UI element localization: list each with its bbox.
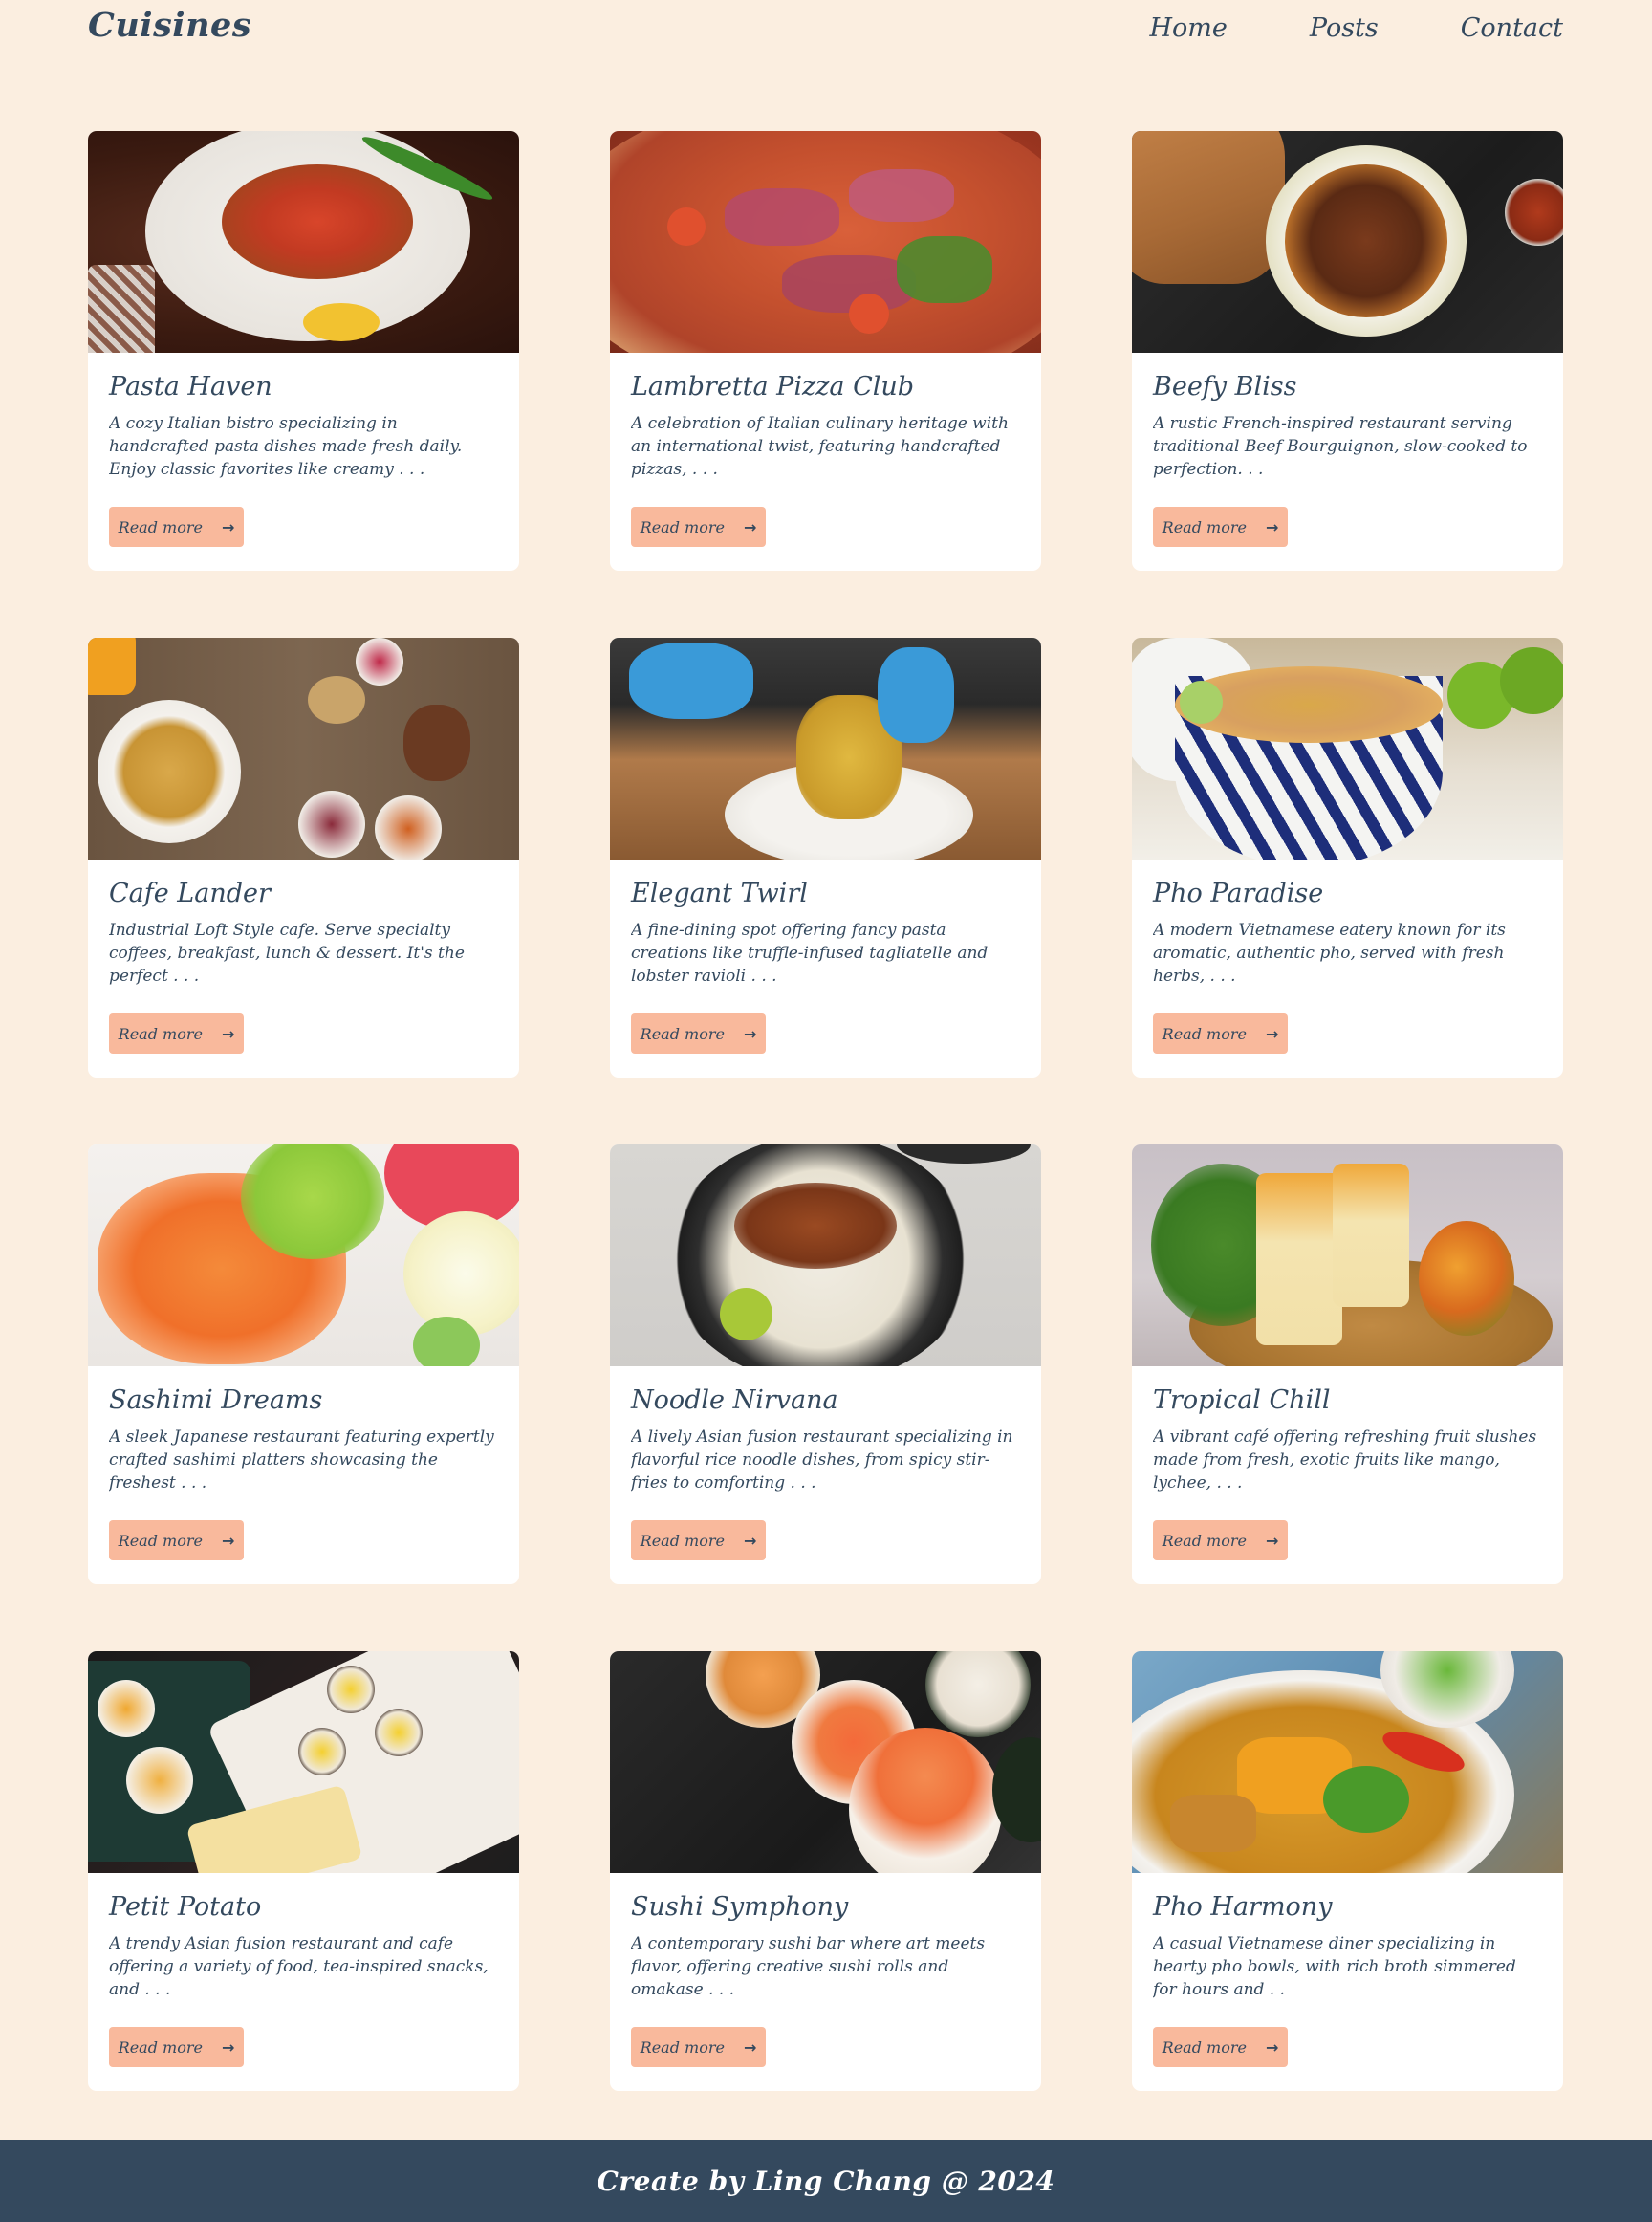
restaurant-card: Tropical Chill A vibrant café offering r… xyxy=(1132,1144,1563,1584)
card-description: A lively Asian fusion restaurant special… xyxy=(631,1427,1013,1493)
card-photo xyxy=(610,1651,1041,1873)
card-description: A trendy Asian fusion restaurant and caf… xyxy=(109,1934,489,2000)
nav-contact-link[interactable]: Contact xyxy=(1461,13,1563,43)
restaurant-card: Sushi Symphony A contemporary sushi bar … xyxy=(610,1651,1041,2091)
read-more-button[interactable]: Read more → xyxy=(109,507,244,547)
card-title: Elegant Twirl xyxy=(631,879,808,908)
card-description: A modern Vietnamese eatery known for its… xyxy=(1153,921,1506,987)
card-photo xyxy=(88,1651,519,1873)
card-photo xyxy=(1132,638,1563,860)
card-description: A fine-dining spot offering fancy pasta … xyxy=(631,921,989,987)
read-more-label: Read more xyxy=(640,1531,725,1550)
restaurant-card: Sashimi Dreams A sleek Japanese restaura… xyxy=(88,1144,519,1584)
read-more-button[interactable]: Read more → xyxy=(1153,1013,1288,1054)
read-more-button[interactable]: Read more → xyxy=(631,2027,766,2067)
card-description: A cozy Italian bistro specializing in ha… xyxy=(109,414,463,480)
read-more-label: Read more xyxy=(640,1024,725,1043)
card-description: A casual Vietnamese diner specializing i… xyxy=(1153,1934,1516,2000)
arrow-right-icon: → xyxy=(221,2037,235,2057)
card-title: Tropical Chill xyxy=(1153,1385,1331,1415)
card-title: Pho Paradise xyxy=(1153,879,1324,908)
card-photo xyxy=(1132,1144,1563,1366)
read-more-label: Read more xyxy=(1162,2037,1247,2057)
read-more-label: Read more xyxy=(118,2037,203,2057)
arrow-right-icon: → xyxy=(221,517,235,536)
arrow-right-icon: → xyxy=(221,1024,235,1043)
card-description: A celebration of Italian culinary herita… xyxy=(631,414,1009,480)
top-navigation-bar: Cuisines Home Posts Contact xyxy=(0,0,1652,61)
read-more-button[interactable]: Read more → xyxy=(1153,507,1288,547)
restaurant-card: Elegant Twirl A fine-dining spot offerin… xyxy=(610,638,1041,1078)
restaurant-card: Cafe Lander Industrial Loft Style cafe. … xyxy=(88,638,519,1078)
card-photo xyxy=(88,131,519,353)
restaurant-card: Noodle Nirvana A lively Asian fusion res… xyxy=(610,1144,1041,1584)
read-more-button[interactable]: Read more → xyxy=(1153,2027,1288,2067)
card-photo xyxy=(88,638,519,860)
read-more-label: Read more xyxy=(118,1531,203,1550)
card-title: Beefy Bliss xyxy=(1153,372,1297,402)
card-title: Petit Potato xyxy=(109,1892,262,1922)
read-more-label: Read more xyxy=(1162,1531,1247,1550)
card-title: Sashimi Dreams xyxy=(109,1385,323,1415)
restaurant-card-grid: Pasta Haven A cozy Italian bistro specia… xyxy=(88,131,1563,2091)
card-title: Sushi Symphony xyxy=(631,1892,849,1922)
restaurant-card: Petit Potato A trendy Asian fusion resta… xyxy=(88,1651,519,2091)
arrow-right-icon: → xyxy=(743,1024,757,1043)
card-title: Lambretta Pizza Club xyxy=(631,372,915,402)
restaurant-card: Pho Paradise A modern Vietnamese eatery … xyxy=(1132,638,1563,1078)
site-brand[interactable]: Cuisines xyxy=(88,6,251,45)
restaurant-card: Beefy Bliss A rustic French-inspired res… xyxy=(1132,131,1563,571)
card-description: A sleek Japanese restaurant featuring ex… xyxy=(109,1427,494,1493)
read-more-label: Read more xyxy=(1162,1024,1247,1043)
card-photo xyxy=(1132,1651,1563,1873)
read-more-button[interactable]: Read more → xyxy=(109,1013,244,1054)
restaurant-card: Lambretta Pizza Club A celebration of It… xyxy=(610,131,1041,571)
read-more-button[interactable]: Read more → xyxy=(109,1520,244,1560)
card-description: Industrial Loft Style cafe. Serve specia… xyxy=(109,921,465,987)
nav-home-link[interactable]: Home xyxy=(1149,13,1227,43)
site-footer: Create by Ling Chang @ 2024 xyxy=(0,2140,1652,2222)
read-more-button[interactable]: Read more → xyxy=(1153,1520,1288,1560)
read-more-label: Read more xyxy=(640,517,725,536)
card-title: Pasta Haven xyxy=(109,372,272,402)
card-photo xyxy=(610,1144,1041,1366)
read-more-button[interactable]: Read more → xyxy=(631,1013,766,1054)
arrow-right-icon: → xyxy=(1265,1531,1279,1550)
restaurant-card: Pho Harmony A casual Vietnamese diner sp… xyxy=(1132,1651,1563,2091)
card-description: A rustic French-inspired restaurant serv… xyxy=(1153,414,1528,480)
read-more-label: Read more xyxy=(640,2037,725,2057)
read-more-button[interactable]: Read more → xyxy=(631,507,766,547)
arrow-right-icon: → xyxy=(1265,1024,1279,1043)
arrow-right-icon: → xyxy=(221,1531,235,1550)
read-more-label: Read more xyxy=(1162,517,1247,536)
card-title: Cafe Lander xyxy=(109,879,271,908)
arrow-right-icon: → xyxy=(1265,2037,1279,2057)
read-more-button[interactable]: Read more → xyxy=(109,2027,244,2067)
card-description: A vibrant café offering refreshing fruit… xyxy=(1153,1427,1537,1493)
footer-credit: Create by Ling Chang @ 2024 xyxy=(597,2165,1055,2197)
arrow-right-icon: → xyxy=(1265,517,1279,536)
read-more-label: Read more xyxy=(118,517,203,536)
main-nav: Home Posts Contact xyxy=(1149,13,1563,43)
card-photo xyxy=(610,638,1041,860)
card-photo xyxy=(1132,131,1563,353)
nav-posts-link[interactable]: Posts xyxy=(1310,13,1379,43)
read-more-button[interactable]: Read more → xyxy=(631,1520,766,1560)
card-photo xyxy=(88,1144,519,1366)
card-description: A contemporary sushi bar where art meets… xyxy=(631,1934,986,2000)
arrow-right-icon: → xyxy=(743,2037,757,2057)
read-more-label: Read more xyxy=(118,1024,203,1043)
arrow-right-icon: → xyxy=(743,1531,757,1550)
card-title: Pho Harmony xyxy=(1153,1892,1333,1922)
arrow-right-icon: → xyxy=(743,517,757,536)
restaurant-card: Pasta Haven A cozy Italian bistro specia… xyxy=(88,131,519,571)
card-title: Noodle Nirvana xyxy=(631,1385,838,1415)
card-photo xyxy=(610,131,1041,353)
